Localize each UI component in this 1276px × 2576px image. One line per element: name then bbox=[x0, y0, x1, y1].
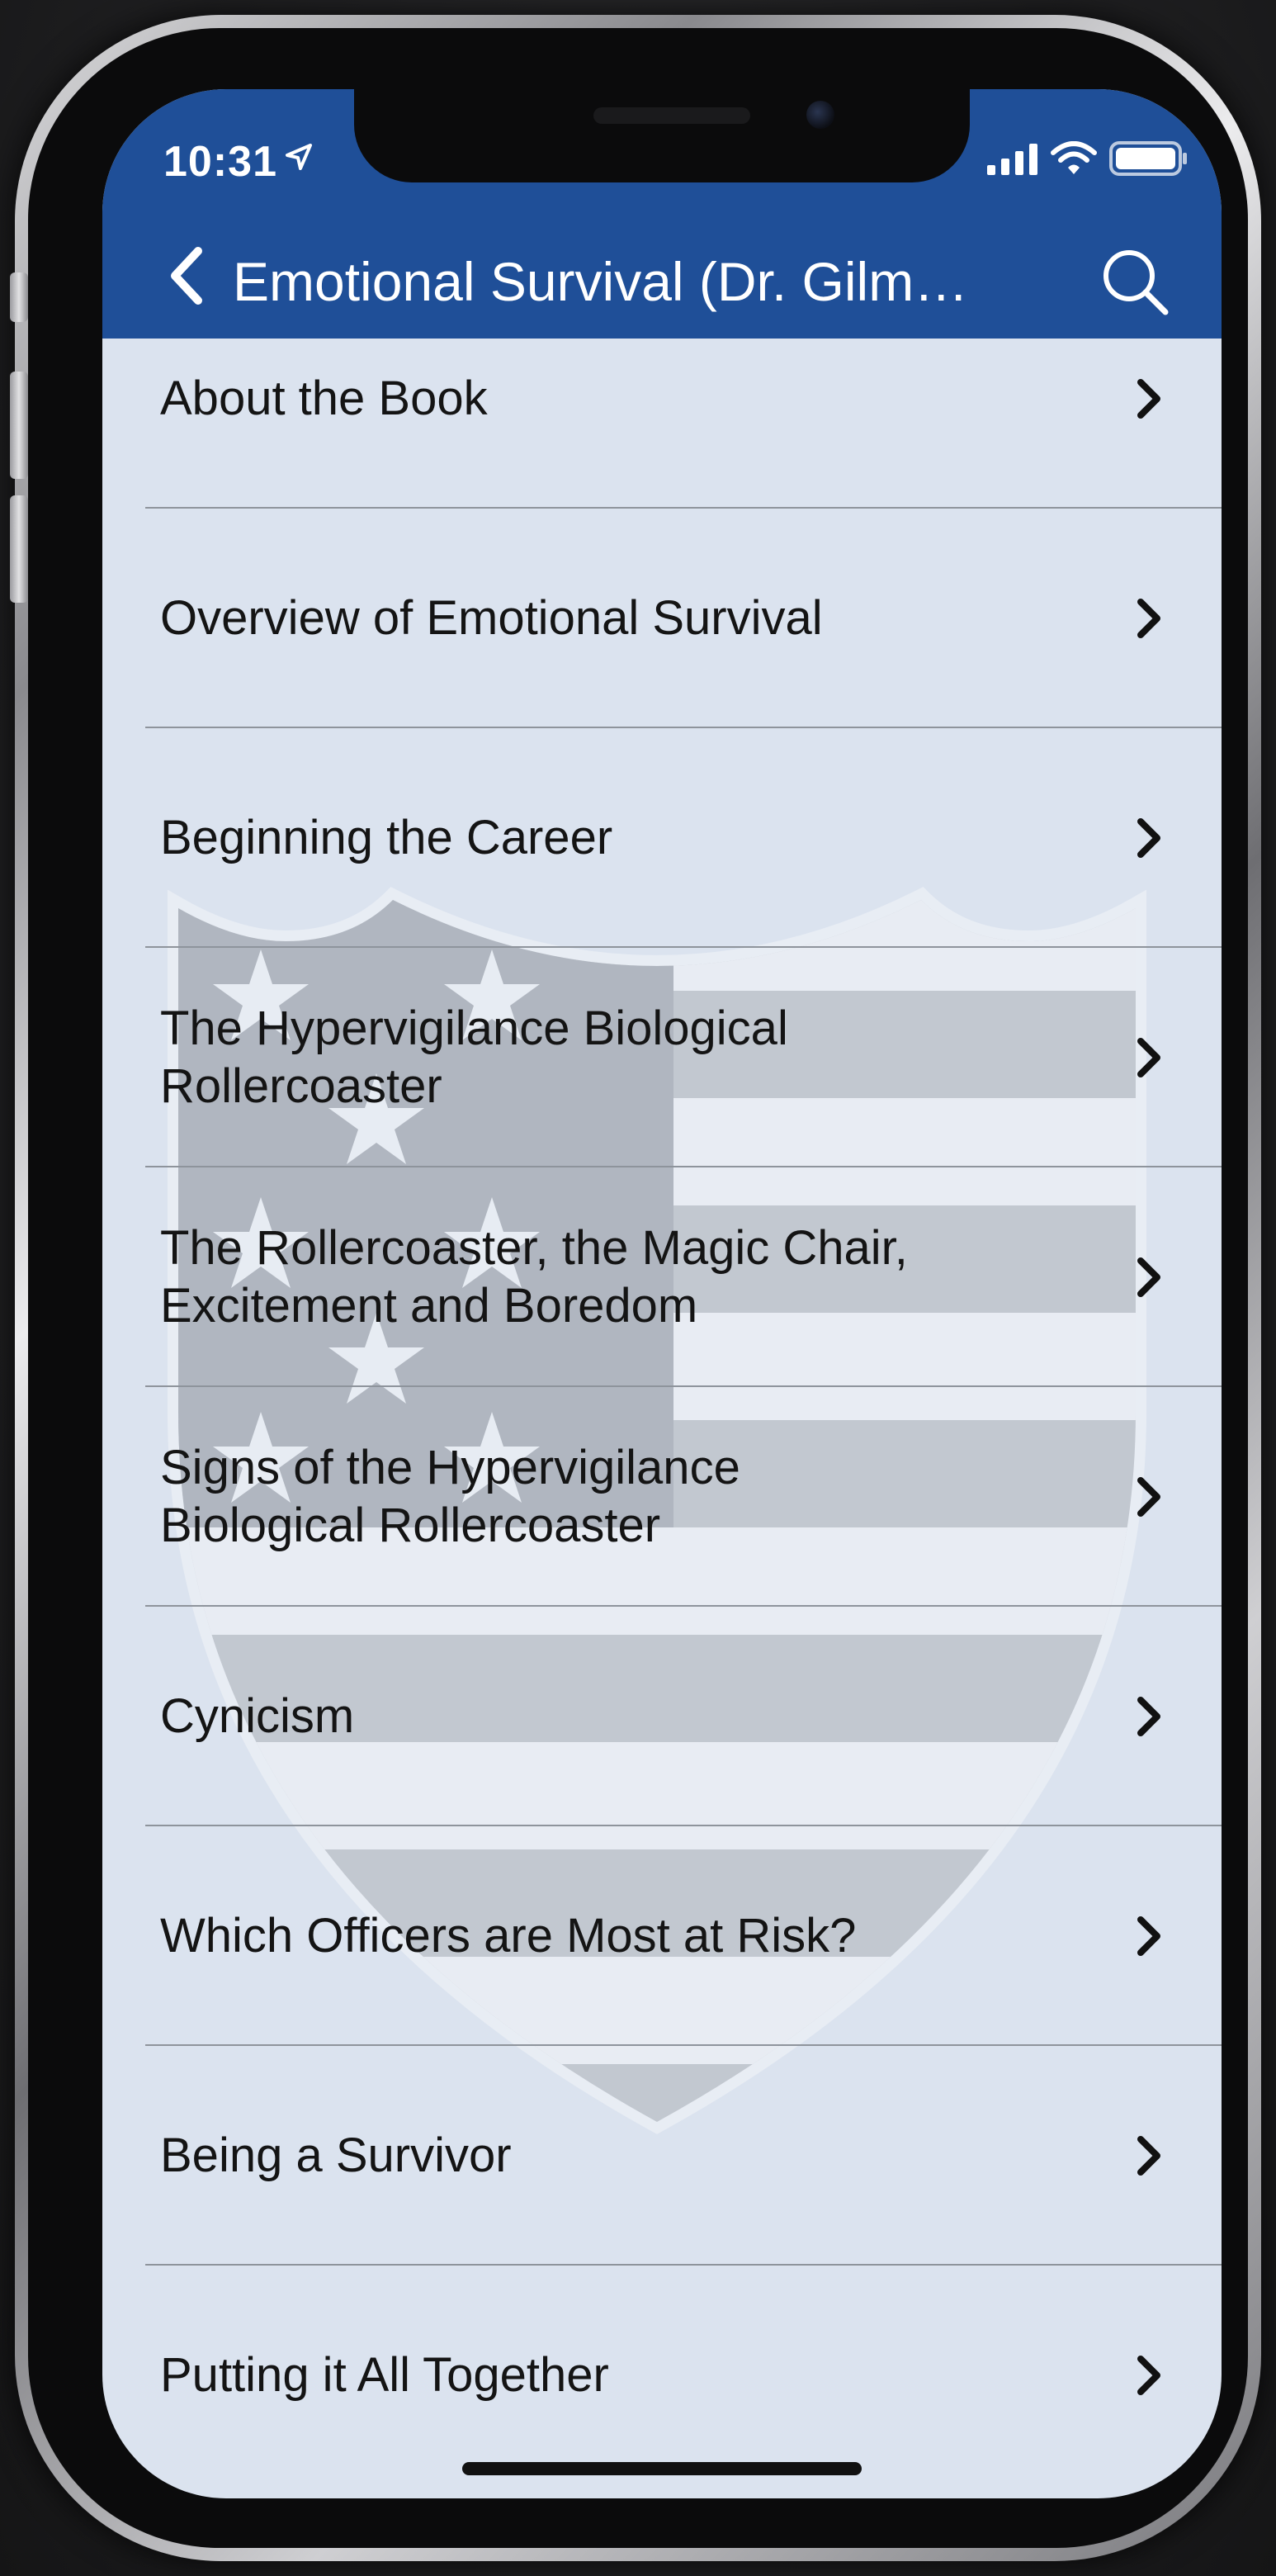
volume-up-button bbox=[10, 372, 28, 479]
list-item-label: The Hypervigilance Biological Rollercoas… bbox=[160, 1002, 788, 1113]
chevron-right-icon bbox=[1137, 818, 1160, 858]
chevron-right-icon bbox=[1137, 2136, 1160, 2176]
list-item[interactable]: The Rollercoaster, the Magic Chair, Exci… bbox=[102, 1167, 1222, 1387]
list-item[interactable]: Signs of the Hypervigilance Biological R… bbox=[102, 1387, 1222, 1607]
cellular-signal-icon bbox=[987, 144, 1037, 175]
wifi-icon bbox=[1051, 141, 1097, 174]
home-indicator[interactable] bbox=[462, 2462, 862, 2475]
battery-icon bbox=[1109, 141, 1187, 176]
list-item-label: Beginning the Career bbox=[160, 811, 613, 864]
list-item[interactable]: Overview of Emotional Survival bbox=[102, 509, 1222, 728]
list-item[interactable]: Beginning the Career bbox=[102, 728, 1222, 948]
location-arrow-icon bbox=[286, 144, 312, 170]
chevron-right-icon bbox=[1137, 1257, 1160, 1297]
status-time: 10:31 bbox=[163, 138, 277, 186]
list-item[interactable]: The Hypervigilance Biological Rollercoas… bbox=[102, 948, 1222, 1167]
chevron-right-icon bbox=[1137, 1038, 1160, 1077]
list-item[interactable]: About the Book bbox=[102, 339, 1222, 509]
speaker-grille bbox=[593, 107, 750, 124]
list-item-label: Overview of Emotional Survival bbox=[160, 591, 823, 645]
chevron-right-icon bbox=[1137, 599, 1160, 638]
back-chevron-icon[interactable] bbox=[162, 243, 211, 309]
search-icon[interactable] bbox=[1098, 244, 1172, 319]
status-icons bbox=[987, 140, 1189, 177]
chapter-list-container[interactable]: About the Book Overview of Emotional Sur… bbox=[102, 339, 1222, 2498]
list-item-label: Being a Survivor bbox=[160, 2129, 512, 2182]
list-item-label: About the Book bbox=[160, 372, 488, 425]
list-item[interactable]: Being a Survivor bbox=[102, 2046, 1222, 2266]
mute-switch bbox=[10, 272, 28, 322]
nav-title: Emotional Survival (Dr. Gilm… bbox=[233, 251, 969, 312]
list-item[interactable]: Cynicism bbox=[102, 1607, 1222, 1826]
status-bar: 10:31 bbox=[102, 89, 1222, 213]
chapter-list: About the Book Overview of Emotional Sur… bbox=[102, 339, 1222, 2485]
list-item-label: Cynicism bbox=[160, 1689, 355, 1743]
list-item[interactable]: Putting it All Together bbox=[102, 2266, 1222, 2485]
list-item-label: Which Officers are Most at Risk? bbox=[160, 1909, 857, 1963]
phone-screen: 10:31 Emotional Survival (Dr. Gilm… Abou… bbox=[102, 89, 1222, 2498]
volume-down-button bbox=[10, 495, 28, 603]
list-item-label: The Rollercoaster, the Magic Chair, Exci… bbox=[160, 1221, 908, 1333]
chevron-right-icon bbox=[1137, 1916, 1160, 1956]
notch bbox=[354, 89, 970, 182]
front-camera bbox=[806, 101, 834, 129]
chevron-right-icon bbox=[1137, 379, 1160, 419]
chevron-right-icon bbox=[1137, 1477, 1160, 1517]
list-item[interactable]: Which Officers are Most at Risk? bbox=[102, 1826, 1222, 2046]
chevron-right-icon bbox=[1137, 2356, 1160, 2395]
list-item-label: Signs of the Hypervigilance Biological R… bbox=[160, 1441, 740, 1552]
navigation-bar: Emotional Survival (Dr. Gilm… bbox=[102, 213, 1222, 339]
chevron-right-icon bbox=[1137, 1697, 1160, 1736]
list-item-label: Putting it All Together bbox=[160, 2348, 609, 2402]
